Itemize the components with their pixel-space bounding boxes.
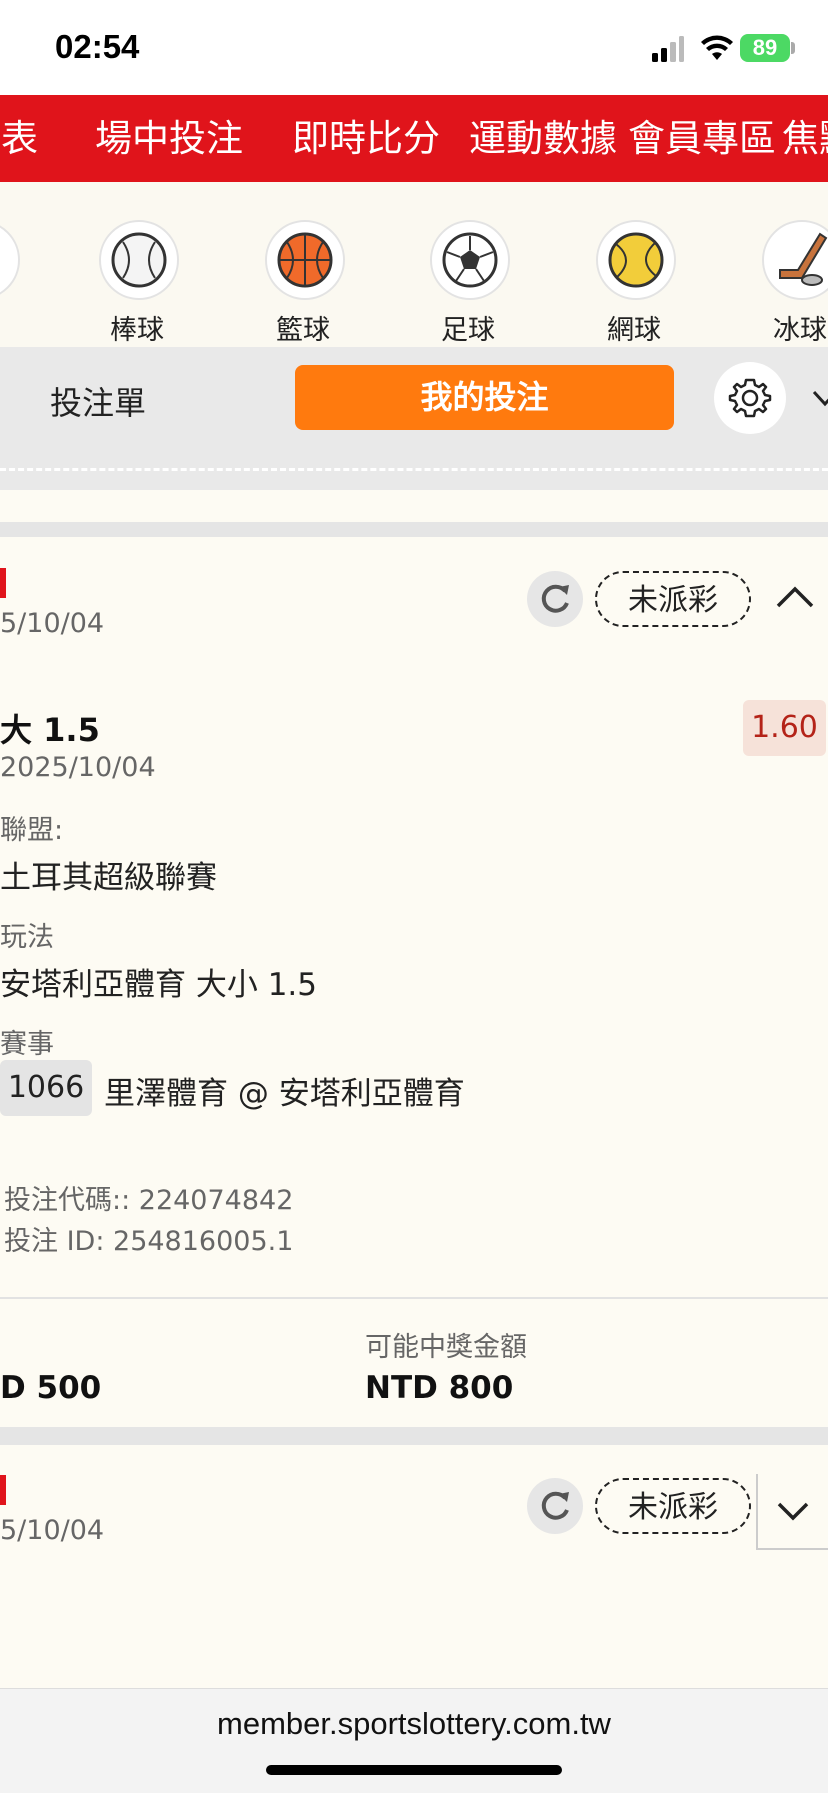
expand-button[interactable] <box>756 1474 828 1550</box>
sport-label-tennis[interactable]: 網球 <box>574 308 694 347</box>
sport-label-soccer[interactable]: 足球 <box>408 308 528 347</box>
chevron-down-icon <box>777 1502 809 1521</box>
tennis-icon <box>608 232 664 288</box>
card-separator-2 <box>0 1427 828 1445</box>
nav-item-sports-data[interactable]: 運動數據 <box>469 95 617 182</box>
dashed-divider <box>0 468 828 471</box>
bet-date-2: 5/10/04 <box>0 1515 105 1546</box>
event-label: 賽事 <box>0 1029 54 1060</box>
signal-icon <box>652 36 684 62</box>
status-badge: 未派彩 <box>595 571 751 627</box>
chevron-down-icon[interactable] <box>810 384 828 414</box>
home-indicator[interactable] <box>266 1765 562 1775</box>
card-divider <box>0 1297 828 1299</box>
refresh-button-2[interactable] <box>527 1478 583 1534</box>
payout-amount: NTD 800 <box>365 1370 514 1406</box>
bet-code: 投注代碼:: 224074842 <box>4 1185 294 1216</box>
market-label: 玩法 <box>0 922 54 953</box>
bet-date: 5/10/04 <box>0 608 105 639</box>
bet-id: 投注 ID: 254816005.1 <box>4 1226 294 1257</box>
card-red-marker-2 <box>0 1475 6 1505</box>
battery-indicator: 89 <box>740 34 790 62</box>
refresh-button[interactable] <box>527 571 583 627</box>
market-value: 安塔利亞體育 大小 1.5 <box>0 967 318 1003</box>
card-red-marker <box>0 568 6 598</box>
league-value: 土耳其超級聯賽 <box>0 860 217 896</box>
stake-amount: D 500 <box>0 1370 102 1406</box>
refresh-icon <box>541 584 569 613</box>
sports-category-bar: 棒球 籃球 足球 網球 冰球 <box>0 182 828 347</box>
battery-tip <box>791 42 795 54</box>
hockey-button[interactable] <box>762 220 828 300</box>
chevron-up-icon[interactable] <box>760 562 828 636</box>
sport-label-hockey[interactable]: 冰球 <box>740 308 828 347</box>
tab-betslip[interactable]: 投注單 <box>50 378 146 424</box>
hockey-icon <box>779 232 828 286</box>
url-text[interactable]: member.sportslottery.com.tw <box>0 1706 828 1742</box>
soccer-icon <box>442 232 498 288</box>
soccer-button[interactable] <box>430 220 510 300</box>
partial-sport-icon[interactable] <box>0 220 20 300</box>
nav-item-live-score[interactable]: 即時比分 <box>292 95 440 182</box>
tab-my-bets[interactable]: 我的投注 <box>295 365 674 430</box>
nav-item-live-betting[interactable]: 場中投注 <box>95 95 243 182</box>
clock: 02:54 <box>55 28 140 65</box>
nav-item-focus[interactable]: 焦點 <box>782 95 828 182</box>
card-separator <box>0 522 828 538</box>
settings-button[interactable] <box>714 362 786 434</box>
event-id-badge: 1066 <box>0 1060 92 1116</box>
event-name: 里澤體育 @ 安塔利亞體育 <box>104 1076 465 1112</box>
league-label: 聯盟: <box>0 815 64 846</box>
bet-selection: 大 1.5 <box>0 711 100 749</box>
top-nav: 賽表 場中投注 即時比分 運動數據 會員專區 焦點 <box>0 95 828 182</box>
basketball-button[interactable] <box>265 220 345 300</box>
refresh-icon <box>541 1491 569 1520</box>
nav-item-member[interactable]: 會員專區 <box>628 95 776 182</box>
wifi-icon <box>701 35 733 60</box>
baseball-button[interactable] <box>99 220 179 300</box>
match-date: 2025/10/04 <box>0 752 156 783</box>
sport-label-basketball[interactable]: 籃球 <box>243 308 363 347</box>
sport-label-baseball[interactable]: 棒球 <box>77 308 197 347</box>
status-badge-2: 未派彩 <box>595 1478 751 1534</box>
nav-item-schedule[interactable]: 賽表 <box>0 95 38 182</box>
payout-label: 可能中獎金額 <box>365 1332 527 1363</box>
gear-icon <box>728 378 772 418</box>
tennis-button[interactable] <box>596 220 676 300</box>
odds-badge: 1.60 <box>743 700 826 756</box>
baseball-icon <box>111 232 167 288</box>
basketball-icon <box>277 232 333 288</box>
